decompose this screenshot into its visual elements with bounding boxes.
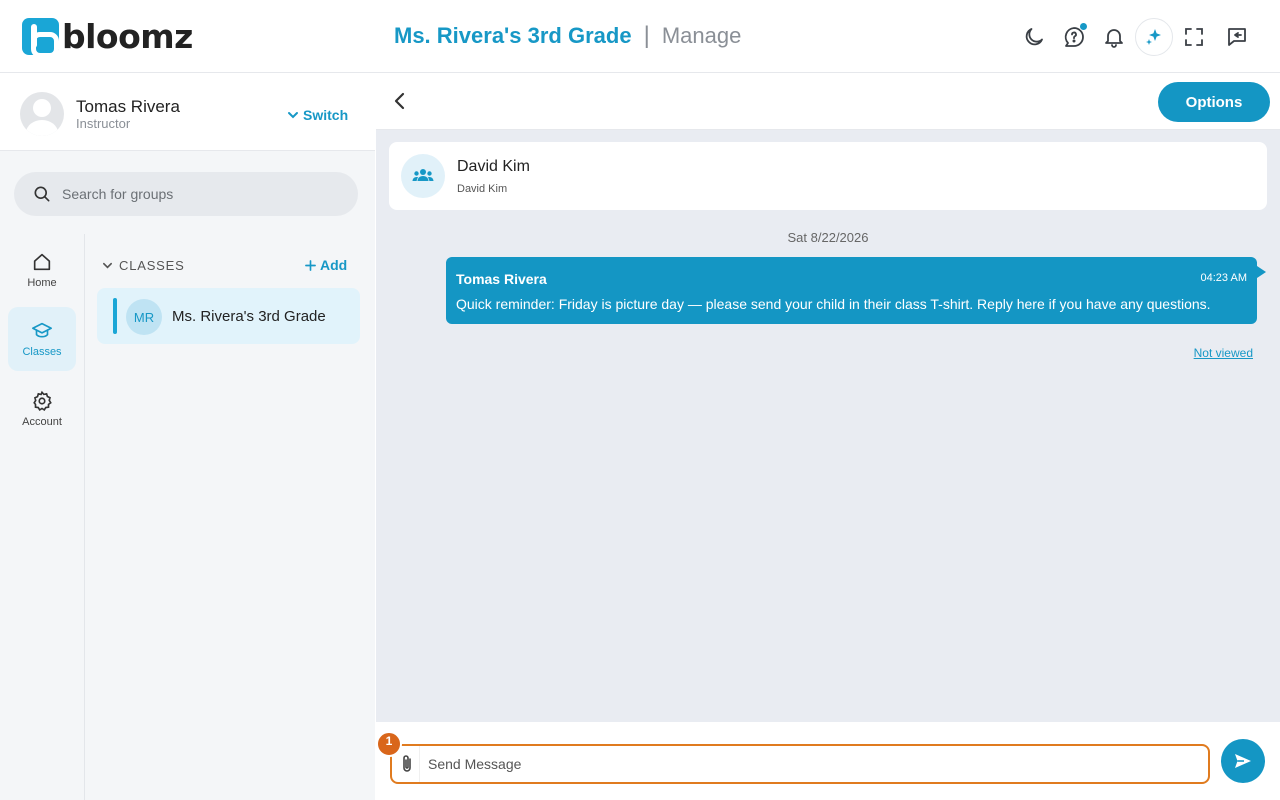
page-title: Ms. Rivera's 3rd Grade | Manage [394,22,741,50]
sparkle-icon[interactable] [1135,18,1173,56]
message-sender: Tomas Rivera [456,271,547,287]
search-input[interactable] [62,186,342,202]
recipient-name: David Kim [457,158,530,175]
chevron-down-icon [103,262,112,269]
class-list-item[interactable]: MR Ms. Rivera's 3rd Grade [97,288,360,344]
recipient-card[interactable]: David Kim David Kim [389,142,1267,210]
home-icon [33,253,51,271]
add-label: Add [320,257,348,273]
active-indicator [113,298,117,334]
avatar[interactable] [20,92,64,136]
fullscreen-icon[interactable] [1175,18,1213,56]
nav-label-classes: Classes [22,346,62,358]
class-name: Ms. Rivera's 3rd Grade [172,308,326,325]
nav-item-classes[interactable]: Classes [8,307,76,371]
notification-dot [1079,22,1088,31]
group-icon [401,154,445,198]
message-bubble[interactable]: Tomas Rivera 04:23 AM Quick reminder: Fr… [446,257,1266,324]
nav-label-home: Home [27,277,57,289]
top-header: bloomz Ms. Rivera's 3rd Grade | Manage [0,0,1280,73]
user-profile: Tomas Rivera Instructor Switch [0,73,375,151]
classes-heading: CLASSES [119,258,185,273]
profile-name: Tomas Rivera [76,97,180,116]
chevron-down-icon [288,112,298,119]
nav-item-home[interactable]: Home [8,238,76,302]
conversation-area [376,130,1280,722]
options-button[interactable]: Options [1158,82,1270,122]
chevron-left-icon [394,92,405,110]
nav-item-account[interactable]: Account [8,377,76,441]
step-badge: 1 [376,731,402,757]
group-search [14,172,358,216]
send-button[interactable] [1221,739,1265,783]
switch-button[interactable]: Switch [287,107,348,123]
plus-icon [305,259,316,271]
read-status-link[interactable]: Not viewed [1194,346,1253,360]
moon-icon[interactable] [1015,18,1053,56]
logo-text: bloomz [62,16,193,56]
class-avatar: MR [126,299,162,335]
current-mode: Manage [661,23,742,48]
message-composer [390,744,1210,784]
date-divider: Sat 8/22/2026 [787,230,869,245]
back-button[interactable] [386,87,414,115]
graduation-cap-icon [32,322,52,338]
message-time: 04:23 AM [1200,272,1247,284]
current-class-name: Ms. Rivera's 3rd Grade [394,23,632,48]
message-text: Quick reminder: Friday is picture day — … [456,296,1211,312]
switch-label: Switch [303,107,349,123]
nav-rail: Home Classes Account [0,234,85,800]
nav-label-account: Account [22,416,62,428]
bloomz-logo[interactable]: bloomz [22,16,193,58]
profile-role: Instructor [76,116,131,131]
bell-icon[interactable] [1095,18,1133,56]
search-icon [34,186,50,202]
help-chat-icon[interactable] [1055,18,1093,56]
add-class-button[interactable]: Add [305,257,347,273]
send-icon [1235,754,1251,768]
recipient-subtitle: David Kim [457,183,508,195]
title-separator: | [643,22,650,49]
logo-mark [22,17,59,58]
classes-section-header[interactable]: CLASSES [102,258,185,273]
collapse-panel-icon[interactable] [1218,18,1256,56]
gear-icon [33,390,52,412]
message-input[interactable] [428,756,1188,772]
chat-toolbar: Options [376,73,1280,130]
